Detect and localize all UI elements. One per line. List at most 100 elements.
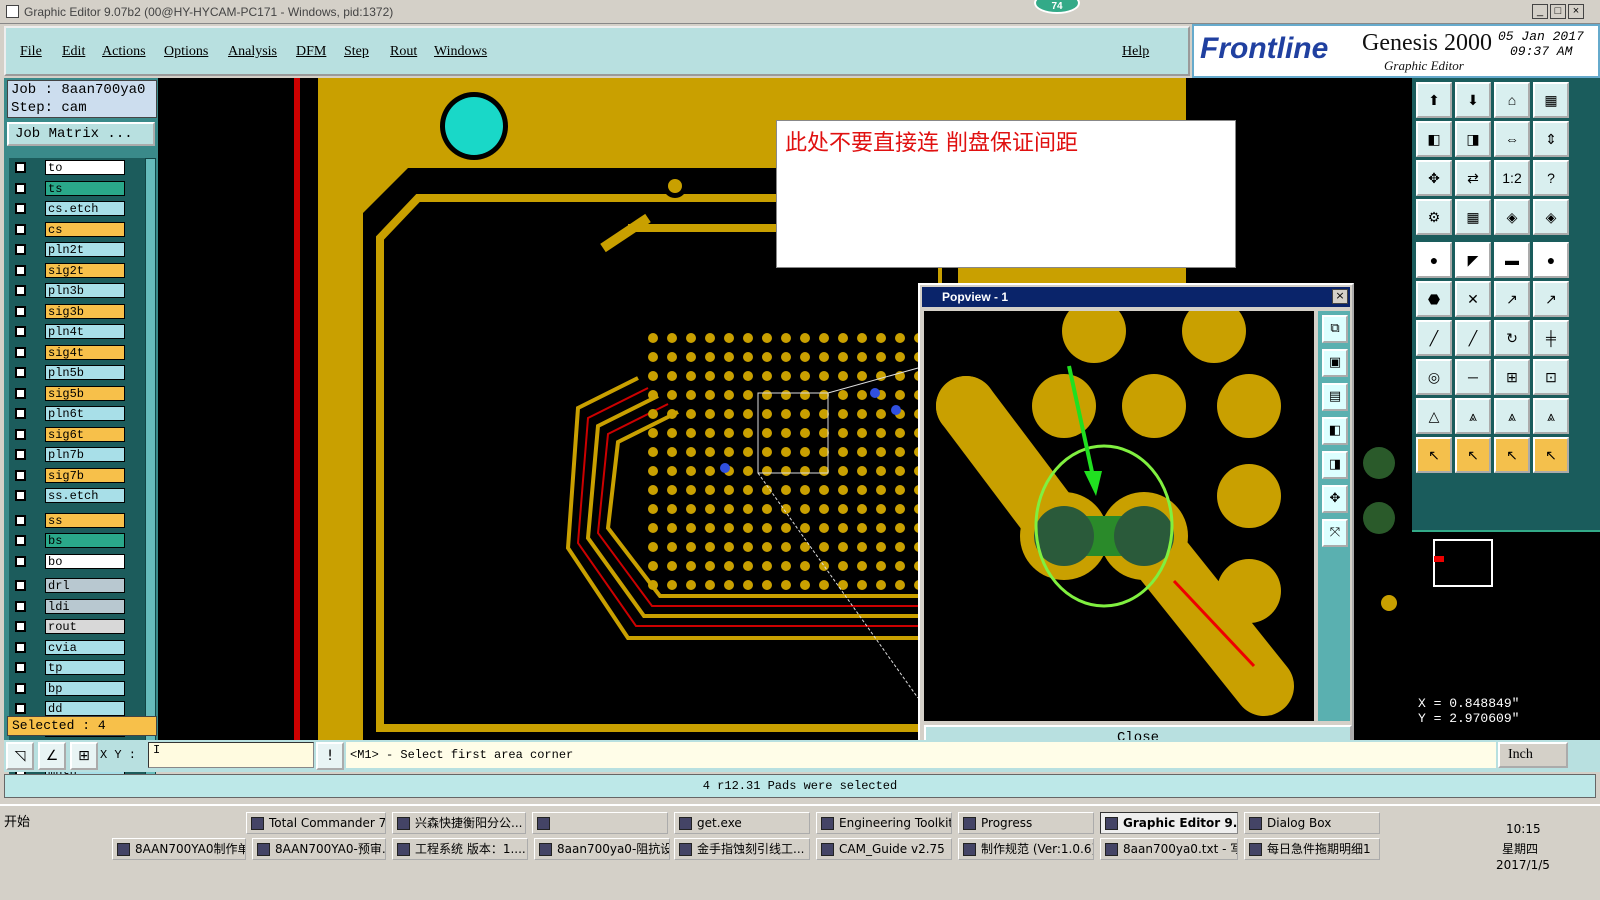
- layer-name[interactable]: ss.etch: [45, 488, 125, 503]
- layer-checkbox[interactable]: [15, 703, 26, 714]
- toolbox-icon[interactable]: ⊡: [1533, 359, 1569, 395]
- layer-row[interactable]: pln2t: [9, 242, 149, 257]
- layer-name[interactable]: rout: [45, 619, 125, 634]
- taskbar-button[interactable]: Dialog Box: [1244, 812, 1380, 834]
- layer-name[interactable]: dd: [45, 701, 125, 716]
- toolbox-icon[interactable]: ⇔: [1494, 121, 1530, 157]
- layer-name[interactable]: pln2t: [45, 242, 125, 257]
- units-dropdown[interactable]: Inch: [1498, 742, 1568, 768]
- layer-checkbox[interactable]: [15, 428, 26, 440]
- layer-checkbox[interactable]: [15, 621, 26, 632]
- layer-name[interactable]: sig5b: [45, 385, 125, 401]
- layer-name[interactable]: cs.etch: [45, 201, 125, 216]
- layer-checkbox[interactable]: [15, 641, 26, 653]
- taskbar-button[interactable]: Progress: [958, 812, 1094, 834]
- toolbox-icon[interactable]: ▬: [1494, 242, 1530, 278]
- popview-tool-2[interactable]: ▣: [1322, 349, 1348, 377]
- layer-row[interactable]: sig3b: [9, 303, 149, 319]
- toolbox-icon[interactable]: ⇄: [1455, 160, 1491, 196]
- taskbar-button[interactable]: 8AAN700YA0制作单...: [112, 838, 246, 860]
- layer-row[interactable]: sig5b: [9, 385, 149, 401]
- menu-edit[interactable]: Edit: [62, 44, 85, 60]
- menu-rout[interactable]: Rout: [390, 44, 417, 60]
- layer-row[interactable]: to: [9, 160, 149, 175]
- layer-row[interactable]: ldi: [9, 598, 149, 614]
- layer-checkbox[interactable]: [15, 662, 26, 673]
- taskbar-button[interactable]: 8aan700ya0.txt - 写...: [1100, 838, 1238, 860]
- layer-name[interactable]: bs: [45, 533, 125, 548]
- toolbox-icon[interactable]: ◤: [1455, 242, 1491, 278]
- layer-name[interactable]: pln6t: [45, 406, 125, 421]
- toolbox-icon[interactable]: ╱: [1416, 320, 1452, 356]
- layer-name[interactable]: drl: [45, 578, 125, 593]
- layer-row[interactable]: pln3b: [9, 283, 149, 298]
- layer-checkbox[interactable]: [15, 285, 26, 296]
- layer-row[interactable]: rout: [9, 619, 149, 634]
- layer-name[interactable]: pln5b: [45, 365, 125, 380]
- layer-name[interactable]: sig6t: [45, 426, 125, 442]
- layer-row[interactable]: bp: [9, 680, 149, 696]
- menu-dfm[interactable]: DFM: [296, 44, 326, 60]
- layer-name[interactable]: sig2t: [45, 262, 125, 278]
- layer-row[interactable]: drl: [9, 578, 149, 593]
- toolbox-icon[interactable]: ↗: [1533, 281, 1569, 317]
- layer-name[interactable]: to: [45, 160, 125, 175]
- popview-tool-4[interactable]: ◧: [1322, 417, 1348, 445]
- layer-row[interactable]: ts: [9, 180, 149, 196]
- toolbox-icon[interactable]: ●: [1533, 242, 1569, 278]
- layer-checkbox[interactable]: [15, 535, 26, 546]
- layer-row[interactable]: pln7b: [9, 447, 149, 462]
- menu-actions[interactable]: Actions: [102, 44, 146, 60]
- layer-checkbox[interactable]: [15, 326, 26, 337]
- layer-name[interactable]: cs: [45, 221, 125, 237]
- toolbox-icon[interactable]: ⩓: [1455, 398, 1491, 434]
- toolbox-icon[interactable]: ✕: [1455, 281, 1491, 317]
- start-button[interactable]: 开始: [2, 812, 50, 834]
- layer-checkbox[interactable]: [15, 600, 26, 612]
- job-matrix-button[interactable]: Job Matrix ...: [7, 122, 155, 146]
- layer-checkbox[interactable]: [15, 264, 26, 276]
- menu-windows[interactable]: Windows: [434, 44, 487, 60]
- toolbox-icon[interactable]: ⇕: [1533, 121, 1569, 157]
- minimize-button[interactable]: _: [1532, 4, 1548, 19]
- popview-tool-1[interactable]: ⧉: [1322, 315, 1348, 343]
- layer-row[interactable]: bs: [9, 533, 149, 548]
- layer-checkbox[interactable]: [15, 555, 26, 567]
- popview-tool-5[interactable]: ◨: [1322, 451, 1348, 479]
- toolbox-icon[interactable]: ◧: [1416, 121, 1452, 157]
- layer-name[interactable]: pln4t: [45, 324, 125, 339]
- toolbox-icon[interactable]: ↻: [1494, 320, 1530, 356]
- toolbox-icon[interactable]: ─: [1455, 359, 1491, 395]
- xy-input[interactable]: I: [148, 742, 314, 768]
- layer-checkbox[interactable]: [15, 490, 26, 501]
- popview-tool-7[interactable]: ⤧: [1322, 519, 1348, 547]
- toolbox-icon[interactable]: ⩓: [1494, 398, 1530, 434]
- popview-tool-6[interactable]: ✥: [1322, 485, 1348, 513]
- taskbar-button[interactable]: 工程系统 版本：1....: [392, 838, 528, 860]
- layer-row[interactable]: pln6t: [9, 406, 149, 421]
- layer-row[interactable]: sig2t: [9, 262, 149, 278]
- angle-icon[interactable]: ∠: [38, 742, 66, 770]
- toolbox-icon[interactable]: ⩓: [1533, 398, 1569, 434]
- toolbox-icon[interactable]: ◨: [1455, 121, 1491, 157]
- taskbar-button[interactable]: Graphic Editor 9.07...: [1100, 812, 1238, 834]
- toolbox-icon[interactable]: ↗: [1494, 281, 1530, 317]
- layer-row[interactable]: sig6t: [9, 426, 149, 442]
- layer-checkbox[interactable]: [15, 244, 26, 255]
- taskbar-button[interactable]: Engineering Toolkit 9....: [816, 812, 952, 834]
- layer-checkbox[interactable]: [15, 223, 26, 235]
- toolbox-icon[interactable]: ◎: [1416, 359, 1452, 395]
- layer-checkbox[interactable]: [15, 387, 26, 399]
- layer-row[interactable]: ss.etch: [9, 488, 149, 503]
- toolbox-icon[interactable]: △: [1416, 398, 1452, 434]
- layer-row[interactable]: dd: [9, 701, 149, 716]
- toolbox-icon[interactable]: ⬆: [1416, 82, 1452, 118]
- layer-name[interactable]: pln3b: [45, 283, 125, 298]
- layer-checkbox[interactable]: [15, 408, 26, 419]
- layer-row[interactable]: cs: [9, 221, 149, 237]
- toolbox-icon[interactable]: ◈: [1533, 199, 1569, 235]
- layer-checkbox[interactable]: [15, 162, 26, 173]
- toolbox-icon[interactable]: ⚙: [1416, 199, 1452, 235]
- toolbox-icon[interactable]: ?: [1533, 160, 1569, 196]
- layer-checkbox[interactable]: [15, 580, 26, 591]
